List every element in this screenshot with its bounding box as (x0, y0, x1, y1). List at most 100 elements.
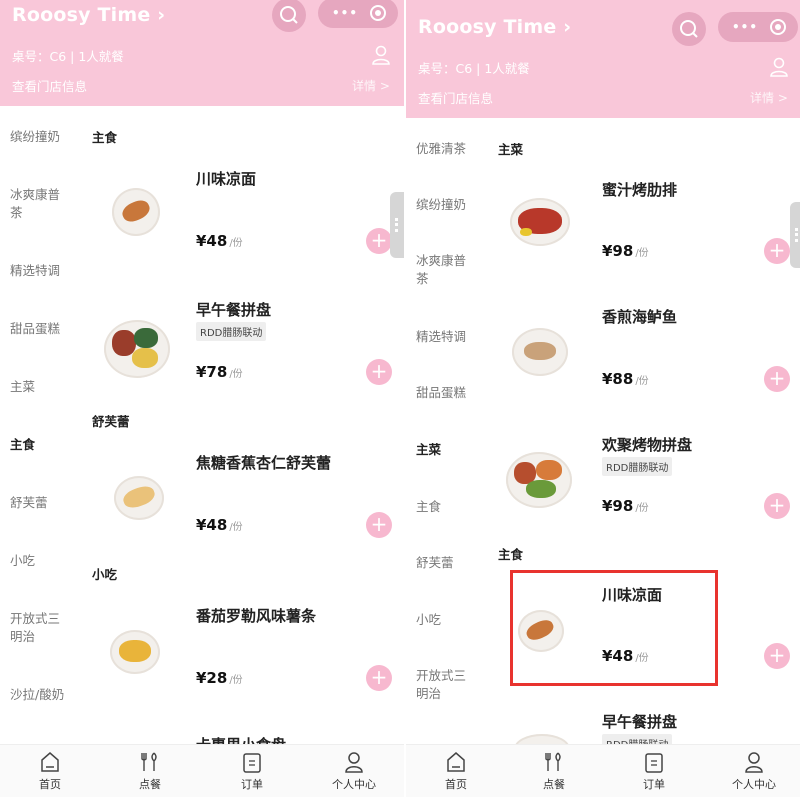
category-item[interactable]: 精选特调 (10, 262, 72, 280)
dish-price: ¥98/份 (602, 242, 649, 260)
category-item[interactable]: 冰爽康普茶 (416, 252, 478, 288)
bottom-tabbar: 首页 点餐 订单 个人中心 (0, 744, 404, 797)
tab-order-food[interactable]: 点餐 (100, 745, 200, 797)
dish-tag: RDD腊肠联动 (196, 322, 267, 341)
tab-home[interactable]: 首页 (406, 745, 506, 797)
dish-name[interactable]: 香煎海鲈鱼 (602, 306, 677, 327)
section-title: 小吃 (92, 567, 118, 582)
add-to-cart-button[interactable]: + (366, 665, 392, 691)
dish-price: ¥98/份 (602, 497, 649, 515)
category-item[interactable]: 主菜 (10, 378, 72, 396)
dish-price: ¥48/份 (196, 516, 243, 534)
tab-orders[interactable]: 订单 (202, 745, 302, 797)
category-item[interactable]: 精选特调 (416, 328, 478, 346)
more-icon[interactable]: ••• (732, 20, 758, 34)
store-info-link[interactable]: 查看门店信息 (12, 76, 87, 95)
close-capsule-icon[interactable] (770, 19, 786, 35)
miniprogram-capsule[interactable]: ••• (318, 0, 398, 28)
store-name[interactable]: Rooosy Time › (12, 4, 165, 26)
section-title: 主食 (92, 130, 118, 145)
user-icon[interactable] (370, 44, 392, 66)
store-header: Rooosy Time › ••• 桌号：C6 | 1人就餐 查看门店信息 详情… (0, 0, 404, 106)
person-icon (345, 752, 363, 773)
section-title: 舒芙蕾 (92, 414, 130, 429)
tab-orders[interactable]: 订单 (604, 745, 704, 797)
add-to-cart-button[interactable]: + (764, 366, 790, 392)
category-item[interactable]: 开放式三明治 (416, 667, 478, 703)
dish-image[interactable] (506, 452, 572, 508)
table-info: 桌号：C6 | 1人就餐 (12, 49, 124, 64)
dish-image[interactable] (114, 476, 164, 520)
category-item[interactable]: 小吃 (10, 552, 72, 570)
category-item-active[interactable]: 主菜 (416, 441, 478, 459)
tab-home[interactable]: 首页 (0, 745, 100, 797)
dish-image[interactable] (510, 198, 570, 246)
person-icon (745, 752, 763, 773)
tab-profile[interactable]: 个人中心 (304, 745, 404, 797)
dish-price: ¥48/份 (196, 232, 243, 250)
order-icon (645, 753, 663, 773)
category-item[interactable]: 甜品蛋糕 (416, 384, 478, 402)
dish-price: ¥88/份 (602, 370, 649, 388)
dish-tag: RDD腊肠联动 (602, 457, 673, 476)
dish-name[interactable]: 欢聚烤物拼盘 (602, 434, 692, 455)
add-to-cart-button[interactable]: + (366, 359, 392, 385)
highlight-box (510, 570, 718, 686)
add-to-cart-button[interactable]: + (764, 493, 790, 519)
search-button[interactable] (272, 0, 306, 32)
category-item[interactable]: 小吃 (416, 611, 478, 629)
cart-drawer-handle[interactable] (790, 202, 800, 268)
add-to-cart-button[interactable]: + (366, 512, 392, 538)
dish-price: ¥78/份 (196, 363, 243, 381)
add-to-cart-button[interactable]: + (764, 643, 790, 669)
tab-order-food[interactable]: 点餐 (504, 745, 604, 797)
dish-image[interactable] (512, 328, 568, 376)
dish-name[interactable]: 早午餐拼盘 (602, 711, 677, 732)
details-link[interactable]: 详情 > (352, 77, 390, 94)
category-item[interactable]: 冰爽康普茶 (10, 186, 72, 222)
dish-price: ¥28/份 (196, 669, 243, 687)
category-item[interactable]: 沙拉/酸奶 (10, 686, 72, 704)
utensils-icon (141, 752, 157, 771)
utensils-icon (545, 752, 561, 771)
category-item[interactable]: 舒芙蕾 (10, 494, 72, 512)
store-header: Rooosy Time › ••• 桌号：C6 | 1人就餐 查看门店信息 详情… (406, 0, 800, 118)
cart-drawer-handle[interactable] (390, 192, 404, 258)
category-item[interactable]: 缤纷撞奶 (10, 128, 72, 146)
dish-name[interactable]: 川味凉面 (196, 168, 256, 189)
details-link[interactable]: 详情 > (750, 89, 788, 106)
right-screen: Rooosy Time › ••• 桌号：C6 | 1人就餐 查看门店信息 详情… (404, 0, 800, 797)
category-item[interactable]: 舒芙蕾 (416, 554, 478, 572)
miniprogram-capsule[interactable]: ••• (718, 12, 798, 42)
dish-image[interactable] (110, 630, 160, 674)
bottom-tabbar: 首页 点餐 订单 个人中心 (406, 744, 800, 797)
dish-image[interactable] (104, 320, 170, 378)
category-item[interactable]: 优雅清茶 (416, 140, 478, 158)
add-to-cart-button[interactable]: + (764, 238, 790, 264)
section-title: 主食 (498, 547, 524, 562)
home-icon (447, 752, 465, 772)
dish-name[interactable]: 番茄罗勒风味薯条 (196, 605, 316, 626)
add-to-cart-button[interactable]: + (366, 228, 392, 254)
search-button[interactable] (672, 12, 706, 46)
home-icon (41, 752, 59, 772)
more-icon[interactable]: ••• (332, 6, 358, 20)
user-icon[interactable] (768, 56, 790, 78)
search-icon (680, 20, 698, 38)
left-screen: Rooosy Time › ••• 桌号：C6 | 1人就餐 查看门店信息 详情… (0, 0, 404, 797)
category-item-active[interactable]: 主食 (10, 436, 72, 454)
search-icon (280, 6, 298, 24)
category-item[interactable]: 主食 (416, 498, 478, 516)
dish-name[interactable]: 焦糖香蕉杏仁舒芙蕾 (196, 452, 331, 473)
store-name[interactable]: Rooosy Time › (418, 16, 571, 38)
category-item[interactable]: 缤纷撞奶 (416, 196, 478, 214)
tab-profile[interactable]: 个人中心 (704, 745, 800, 797)
category-item[interactable]: 甜品蛋糕 (10, 320, 72, 338)
order-icon (243, 753, 261, 773)
dish-name[interactable]: 早午餐拼盘 (196, 299, 271, 320)
close-capsule-icon[interactable] (370, 5, 386, 21)
dish-name[interactable]: 蜜汁烤肋排 (602, 179, 677, 200)
store-info-link[interactable]: 查看门店信息 (418, 88, 493, 107)
dish-image[interactable] (112, 188, 160, 236)
category-item[interactable]: 开放式三明治 (10, 610, 72, 646)
